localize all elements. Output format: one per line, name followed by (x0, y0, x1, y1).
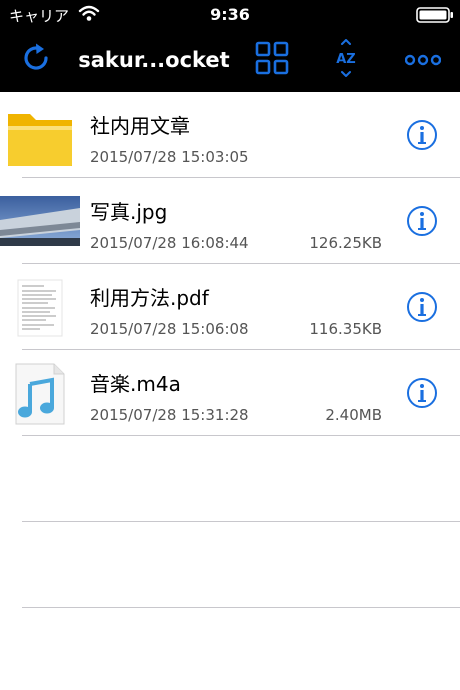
nav-bar: sakur...ocket AZ (0, 28, 460, 92)
file-date: 2015/07/28 15:31:28 (90, 406, 249, 424)
file-name: 写真.jpg (90, 200, 168, 224)
folder-icon (0, 92, 80, 178)
page-title: sakur...ocket (78, 48, 230, 72)
pdf-thumbnail (0, 264, 80, 350)
refresh-icon (19, 41, 53, 79)
file-name: 音楽.m4a (90, 372, 181, 396)
sort-az-icon: AZ (333, 39, 359, 81)
file-row-image[interactable]: 写真.jpg 2015/07/28 16:08:44 126.25KB (0, 178, 460, 264)
file-row-folder[interactable]: 社内用文章 2015/07/28 15:03:05 (0, 92, 460, 178)
info-icon[interactable] (406, 377, 438, 409)
info-icon[interactable] (406, 205, 438, 237)
empty-row (0, 436, 460, 522)
grid-icon (255, 41, 289, 79)
file-list: 社内用文章 2015/07/28 15:03:05 写真.jpg 2015/07… (0, 92, 460, 608)
file-date: 2015/07/28 16:08:44 (90, 234, 249, 252)
battery-icon (416, 7, 454, 27)
file-date: 2015/07/28 15:03:05 (90, 148, 249, 166)
clock: 9:36 (210, 5, 250, 24)
status-bar: キャリア 9:36 (0, 0, 460, 28)
empty-row (0, 522, 460, 608)
grid-view-button[interactable] (248, 28, 296, 92)
more-button[interactable] (398, 28, 448, 92)
sort-button[interactable]: AZ (322, 28, 370, 92)
file-size: 2.40MB (325, 406, 382, 424)
info-icon[interactable] (406, 119, 438, 151)
file-name: 利用方法.pdf (90, 286, 209, 310)
more-icon (404, 51, 442, 70)
image-thumbnail (0, 178, 80, 264)
info-icon[interactable] (406, 291, 438, 323)
file-name: 社内用文章 (90, 114, 190, 138)
file-size: 126.25KB (309, 234, 382, 252)
file-row-audio[interactable]: 音楽.m4a 2015/07/28 15:31:28 2.40MB (0, 350, 460, 436)
file-row-pdf[interactable]: 利用方法.pdf 2015/07/28 15:06:08 116.35KB (0, 264, 460, 350)
file-size: 116.35KB (309, 320, 382, 338)
file-date: 2015/07/28 15:06:08 (90, 320, 249, 338)
row-divider (22, 607, 460, 608)
refresh-button[interactable] (10, 28, 62, 92)
svg-text:AZ: AZ (336, 52, 356, 67)
music-file-icon (0, 350, 80, 436)
